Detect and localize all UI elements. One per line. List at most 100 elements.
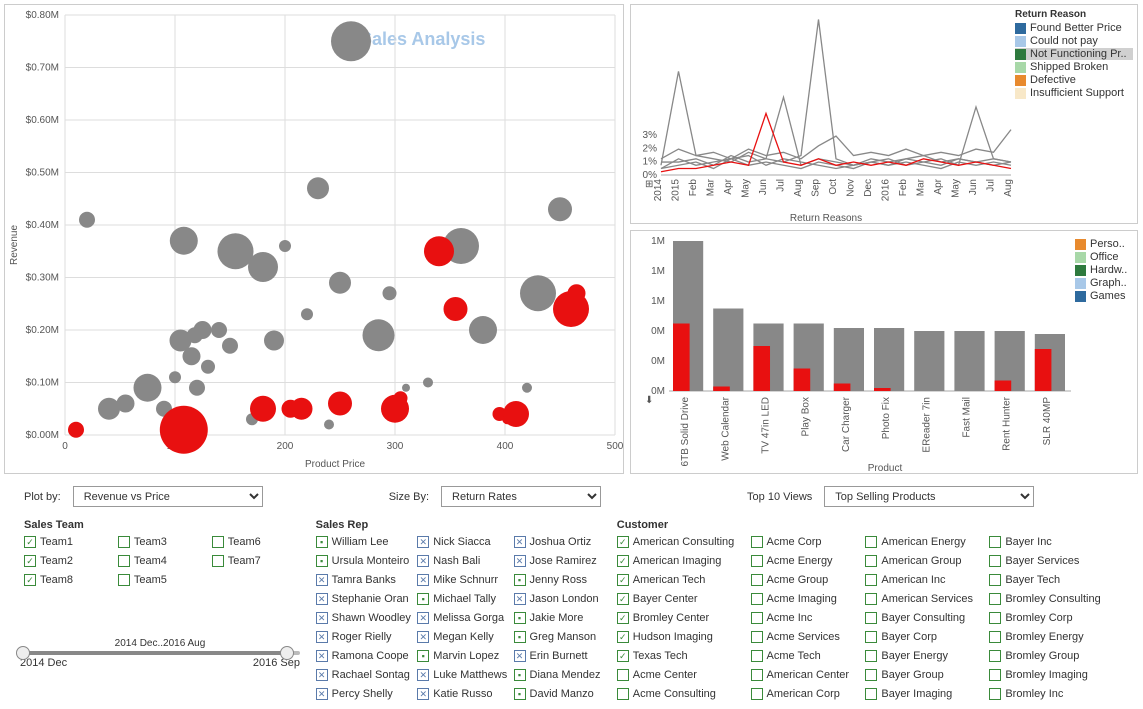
filter-checkbox[interactable]: Team3: [118, 533, 206, 551]
data-point[interactable]: [503, 401, 529, 427]
bar-overlay[interactable]: [1035, 349, 1052, 391]
filter-checkbox[interactable]: ✓American Imaging: [617, 552, 745, 570]
filter-checkbox[interactable]: Acme Imaging: [751, 590, 860, 608]
bar-overlay[interactable]: [794, 369, 811, 392]
data-point[interactable]: [383, 286, 397, 300]
bar[interactable]: [713, 309, 743, 392]
data-point[interactable]: [520, 275, 556, 311]
filter-checkbox[interactable]: Acme Group: [751, 571, 860, 589]
data-point[interactable]: [250, 396, 276, 422]
legend-item[interactable]: Insufficient Support: [1015, 87, 1133, 99]
filter-checkbox[interactable]: Acme Center: [617, 666, 745, 684]
legend-item[interactable]: Could not pay: [1015, 35, 1133, 47]
line-series[interactable]: [661, 19, 1011, 165]
filter-checkbox[interactable]: ✓Bayer Center: [617, 590, 745, 608]
data-point[interactable]: [424, 236, 454, 266]
slider-start-knob[interactable]: [16, 646, 30, 660]
filter-checkbox[interactable]: ✓Hudson Imaging: [617, 628, 745, 646]
filter-checkbox[interactable]: Acme Corp: [751, 533, 860, 551]
data-point[interactable]: [189, 380, 205, 396]
legend-item[interactable]: Hardw..: [1075, 264, 1133, 276]
filter-checkbox[interactable]: ✓Bromley Center: [617, 609, 745, 627]
top10-select[interactable]: Top Selling Products: [824, 486, 1034, 507]
bar-overlay[interactable]: [673, 324, 690, 392]
data-point[interactable]: [324, 420, 334, 430]
legend-item[interactable]: Graph..: [1075, 277, 1133, 289]
filter-checkbox[interactable]: Bromley Consulting: [989, 590, 1111, 608]
legend-item[interactable]: Office: [1075, 251, 1133, 263]
filter-checkbox[interactable]: ✕Katie Russo: [417, 685, 507, 703]
data-point[interactable]: [328, 392, 352, 416]
bar[interactable]: [874, 328, 904, 391]
filter-checkbox[interactable]: ✕Percy Shelly: [316, 685, 412, 703]
filter-checkbox[interactable]: Bayer Group: [865, 666, 983, 684]
filter-checkbox[interactable]: ✕Joshua Ortiz: [514, 533, 601, 551]
filter-checkbox[interactable]: ▪William Lee: [316, 533, 412, 551]
filter-checkbox[interactable]: Acme Tech: [751, 647, 860, 665]
data-point[interactable]: [402, 384, 410, 392]
legend-item[interactable]: Defective: [1015, 74, 1133, 86]
data-point[interactable]: [194, 321, 212, 339]
filter-checkbox[interactable]: Bayer Tech: [989, 571, 1111, 589]
filter-checkbox[interactable]: ▪Marvin Lopez: [417, 647, 507, 665]
line-series[interactable]: [661, 113, 1011, 171]
data-point[interactable]: [568, 284, 586, 302]
expand-icon[interactable]: ⊞: [645, 179, 653, 190]
size-by-select[interactable]: Return Rates: [441, 486, 601, 507]
filter-checkbox[interactable]: Acme Consulting: [617, 685, 745, 703]
filter-checkbox[interactable]: ✕Erin Burnett: [514, 647, 601, 665]
data-point[interactable]: [98, 398, 120, 420]
bar-overlay[interactable]: [995, 381, 1012, 392]
filter-checkbox[interactable]: ✕Melissa Gorga: [417, 609, 507, 627]
filter-checkbox[interactable]: Bayer Services: [989, 552, 1111, 570]
data-point[interactable]: [423, 378, 433, 388]
filter-checkbox[interactable]: ✓Team1: [24, 533, 112, 551]
filter-checkbox[interactable]: Bromley Energy: [989, 628, 1111, 646]
legend-item[interactable]: Not Functioning Pr..: [1015, 48, 1133, 60]
filter-checkbox[interactable]: ▪Jakie More: [514, 609, 601, 627]
legend-item[interactable]: Perso..: [1075, 238, 1133, 250]
plot-by-select[interactable]: Revenue vs Price: [73, 486, 263, 507]
filter-checkbox[interactable]: Bayer Inc: [989, 533, 1111, 551]
filter-checkbox[interactable]: ✕Jason London: [514, 590, 601, 608]
filter-checkbox[interactable]: Team5: [118, 571, 206, 589]
data-point[interactable]: [117, 395, 135, 413]
filter-checkbox[interactable]: ✕Tamra Banks: [316, 571, 412, 589]
filter-checkbox[interactable]: ✕Megan Kelly: [417, 628, 507, 646]
data-point[interactable]: [291, 398, 313, 420]
data-point[interactable]: [160, 406, 208, 454]
bar-overlay[interactable]: [834, 384, 851, 392]
filter-checkbox[interactable]: ✕Mike Schnurr: [417, 571, 507, 589]
filter-checkbox[interactable]: Bayer Energy: [865, 647, 983, 665]
filter-checkbox[interactable]: ✓Team8: [24, 571, 112, 589]
legend-item[interactable]: Games: [1075, 290, 1133, 302]
filter-checkbox[interactable]: ✕Rachael Sontag: [316, 666, 412, 684]
filter-checkbox[interactable]: ✕Nick Siacca: [417, 533, 507, 551]
data-point[interactable]: [444, 297, 468, 321]
data-point[interactable]: [79, 212, 95, 228]
filter-checkbox[interactable]: ▪Greg Manson: [514, 628, 601, 646]
filter-checkbox[interactable]: ▪David Manzo: [514, 685, 601, 703]
filter-checkbox[interactable]: Bromley Inc: [989, 685, 1111, 703]
data-point[interactable]: [248, 252, 278, 282]
slider-end-knob[interactable]: [280, 646, 294, 660]
sort-icon[interactable]: ⬇: [645, 395, 653, 406]
filter-checkbox[interactable]: ✕Nash Bali: [417, 552, 507, 570]
data-point[interactable]: [183, 347, 201, 365]
bar[interactable]: [954, 331, 984, 391]
data-point[interactable]: [301, 308, 313, 320]
data-point[interactable]: [363, 319, 395, 351]
filter-checkbox[interactable]: ✕Stephanie Oran: [316, 590, 412, 608]
filter-checkbox[interactable]: Bromley Imaging: [989, 666, 1111, 684]
filter-checkbox[interactable]: Acme Services: [751, 628, 860, 646]
filter-checkbox[interactable]: ▪Ursula Monteiro: [316, 552, 412, 570]
filter-checkbox[interactable]: ✕Ramona Coope: [316, 647, 412, 665]
filter-checkbox[interactable]: Bromley Corp: [989, 609, 1111, 627]
filter-checkbox[interactable]: Acme Energy: [751, 552, 860, 570]
filter-checkbox[interactable]: Team4: [118, 552, 206, 570]
date-range-slider[interactable]: 2014 Dec..2016 Aug 2014 Dec 2016 Sep: [20, 638, 300, 669]
filter-checkbox[interactable]: ✓American Tech: [617, 571, 745, 589]
filter-checkbox[interactable]: ✕Jose Ramirez: [514, 552, 601, 570]
filter-checkbox[interactable]: ✕Luke Matthews: [417, 666, 507, 684]
data-point[interactable]: [134, 374, 162, 402]
